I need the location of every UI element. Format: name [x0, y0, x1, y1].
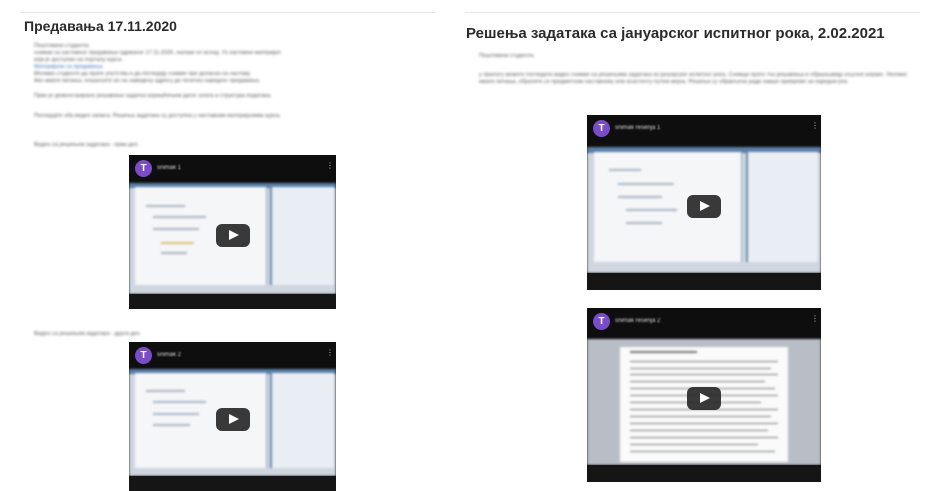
divider — [465, 12, 920, 13]
body-line: Поштовани студенти, — [34, 43, 90, 49]
video-player[interactable]: Т snimak resenja 1 ⋮ — [587, 115, 821, 290]
play-button-icon[interactable] — [215, 224, 250, 248]
channel-avatar[interactable]: Т — [593, 313, 610, 330]
channel-avatar[interactable]: Т — [135, 160, 152, 177]
channel-avatar[interactable]: Т — [593, 120, 610, 137]
video-label: Видео са решењем задатака - први део — [34, 142, 138, 148]
left-post-panel: Предавања 17.11.2020 Поштовани студенти,… — [0, 0, 440, 491]
video-taskbar — [587, 464, 821, 482]
video-taskbar — [129, 476, 336, 491]
body-line: Молимо студенте да прате упутства и да п… — [34, 71, 251, 77]
body-line: који је доступан на порталу курса. — [34, 57, 123, 63]
play-button-icon[interactable] — [687, 195, 721, 218]
more-options-icon[interactable]: ⋮ — [811, 315, 819, 326]
play-button-icon[interactable] — [215, 408, 250, 432]
paragraph: Погледајте оба видео записа. Решења зада… — [34, 113, 281, 119]
video-player[interactable]: Т snimak 1 ⋮ — [129, 155, 336, 309]
video-player[interactable]: Т snimak 2 ⋮ — [129, 342, 336, 491]
intro-text: Поштовани студенти, — [479, 53, 535, 59]
video-label: Видео са решењем задатака - други део — [34, 331, 140, 337]
body-line: снимак са наставног предавања одржаног 1… — [34, 50, 281, 56]
paragraph: Прво је демонстрирано решавање задатка к… — [34, 93, 272, 99]
post-title: Предавања 17.11.2020 — [24, 18, 177, 34]
paragraph: у прилогу можете погледати видео снимке … — [479, 72, 907, 85]
body-line: Ако имате питања, пошаљите их на наведен… — [34, 78, 261, 84]
more-options-icon[interactable]: ⋮ — [811, 122, 819, 133]
post-title: Решења задатака са јануарског испитног р… — [466, 25, 885, 42]
channel-avatar[interactable]: Т — [135, 347, 152, 364]
video-title[interactable]: snimak 1 — [157, 165, 181, 171]
materials-link[interactable]: Материјали са предавања — [34, 64, 103, 71]
right-post-panel: Решења задатака са јануарског испитног р… — [455, 0, 925, 491]
video-title[interactable]: snimak 2 — [157, 352, 181, 358]
video-taskbar — [587, 272, 821, 290]
play-button-icon[interactable] — [687, 387, 721, 411]
video-title[interactable]: snimak resenja 1 — [615, 125, 660, 131]
more-options-icon[interactable]: ⋮ — [326, 162, 334, 173]
more-options-icon[interactable]: ⋮ — [326, 349, 334, 360]
video-taskbar — [129, 293, 336, 309]
divider — [20, 12, 435, 13]
video-player[interactable]: Т snimak resenja 2 ⋮ — [587, 308, 821, 482]
video-title[interactable]: snimak resenja 2 — [615, 318, 660, 324]
